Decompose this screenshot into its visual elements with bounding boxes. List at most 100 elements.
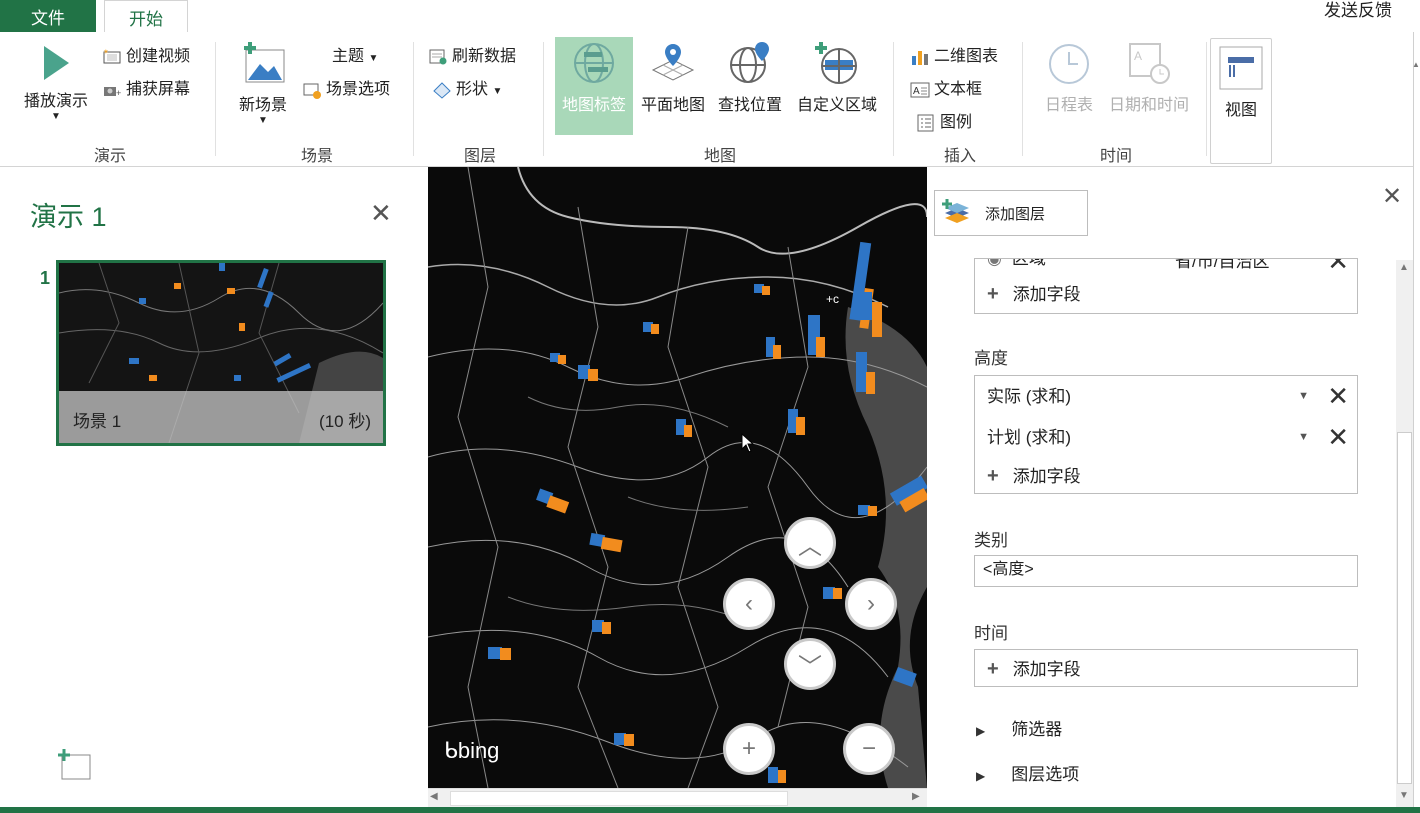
shapes-label: 形状	[456, 81, 489, 98]
tilt-up-button[interactable]: ︿	[784, 517, 836, 569]
filters-label: 筛选器	[1011, 720, 1063, 739]
play-tour-button[interactable]: 播放演示 ▼	[18, 44, 94, 122]
send-feedback-button[interactable]: 发送反馈	[1324, 0, 1392, 24]
tab-file[interactable]: 文件	[0, 0, 96, 32]
close-icon[interactable]: ✕	[1382, 182, 1402, 211]
svg-text:+: +	[116, 88, 121, 98]
scene-number: 1	[40, 268, 51, 288]
scroll-down-icon[interactable]: ▼	[1399, 790, 1409, 801]
time-field-box: + 添加字段	[974, 649, 1358, 687]
add-field-row[interactable]: + 添加字段	[987, 657, 1081, 681]
category-section-label: 类别	[974, 531, 1008, 550]
filters-expander[interactable]: ▶ 筛选器	[976, 715, 1062, 740]
mouse-cursor-icon	[741, 433, 755, 453]
location-field-row[interactable]: ◉ 区域	[987, 258, 1046, 271]
scene-caption-bar: 场景 1 (10 秒)	[59, 391, 383, 443]
map-columns: +c	[488, 241, 927, 783]
scroll-right-icon[interactable]: ▶	[912, 791, 920, 802]
svg-text:+c: +c	[826, 292, 839, 306]
expand-arrow-icon: ▶	[976, 724, 986, 738]
add-field-label: 添加字段	[1012, 285, 1081, 304]
scroll-thumb[interactable]	[1397, 432, 1412, 784]
find-location-icon	[730, 42, 769, 83]
radio-icon: ◉	[987, 258, 1002, 268]
tilt-down-button[interactable]: ﹀	[784, 638, 836, 690]
map-labels-button[interactable]: 地图标签	[555, 40, 633, 115]
clock-icon	[1049, 44, 1089, 84]
chevron-down-icon[interactable]: ▼	[1298, 431, 1309, 443]
svg-text:A: A	[913, 86, 920, 97]
chevron-left-icon: ‹	[745, 590, 753, 617]
legend-button[interactable]: 图例	[916, 108, 972, 132]
scroll-left-icon[interactable]: ◀	[430, 791, 438, 802]
height-field-box: 实际 (求和) ▼ ✕ 计划 (求和) ▼ ✕ + 添加字段	[974, 375, 1358, 494]
shapes-icon	[433, 82, 451, 99]
chart-2d-label: 二维图表	[934, 48, 999, 65]
flat-map-button[interactable]: 平面地图	[636, 40, 710, 115]
tab-home[interactable]: 开始	[104, 0, 188, 34]
scene-options-button[interactable]: 场景选项	[302, 75, 390, 99]
scene-thumbnail[interactable]: 场景 1 (10 秒)	[56, 260, 386, 446]
height-section-label: 高度	[974, 349, 1008, 368]
find-location-label: 查找位置	[717, 97, 782, 114]
chart-2d-button[interactable]: 二维图表	[910, 42, 998, 66]
find-location-button[interactable]: 查找位置	[713, 40, 787, 115]
minus-icon: −	[861, 735, 876, 762]
create-video-label: 创建视频	[126, 48, 191, 65]
location-type-value[interactable]: 省/市/自治区	[1175, 259, 1269, 272]
tour-title[interactable]: 演示 1	[30, 195, 107, 234]
play-tour-label: 播放演示	[23, 93, 88, 110]
remove-field-icon[interactable]: ✕	[1327, 259, 1349, 274]
zoom-in-button[interactable]: +	[723, 723, 775, 775]
rotate-right-button[interactable]: ›	[845, 578, 897, 630]
add-field-row[interactable]: + 添加字段	[987, 282, 1081, 306]
category-field-box[interactable]: <高度>	[974, 555, 1358, 587]
plus-icon: +	[987, 658, 999, 680]
add-scene-icon[interactable]	[58, 748, 92, 782]
view-panes-icon	[1219, 46, 1263, 90]
zoom-out-button[interactable]: −	[843, 723, 895, 775]
map-canvas[interactable]: +c	[428, 167, 927, 788]
scroll-thumb[interactable]	[450, 791, 788, 806]
rotate-left-button[interactable]: ‹	[723, 578, 775, 630]
legend-icon	[917, 114, 934, 132]
text-box-icon: A	[910, 82, 930, 98]
capture-screen-label: 捕获屏幕	[126, 81, 191, 98]
window-edge	[1413, 32, 1420, 807]
close-icon[interactable]: ✕	[370, 198, 392, 229]
height-field-plan[interactable]: 计划 (求和)	[987, 426, 1071, 450]
svg-text:✶: ✶	[103, 48, 109, 56]
refresh-data-button[interactable]: 刷新数据	[428, 42, 516, 66]
new-scene-label: 新场景	[238, 97, 287, 114]
expand-arrow-icon: ▶	[976, 769, 986, 783]
ribbon-scroll-up-icon[interactable]: ▲	[1412, 60, 1420, 69]
add-layer-button[interactable]: 添加图层	[934, 190, 1088, 236]
timeline-label: 日程表	[1044, 97, 1093, 114]
custom-regions-button[interactable]: 自定义区域	[791, 40, 883, 115]
height-field-actual[interactable]: 实际 (求和)	[987, 385, 1071, 409]
text-box-button[interactable]: A 文本框	[910, 75, 982, 99]
date-time-button[interactable]: A 日期和时间	[1102, 40, 1196, 115]
create-video-button[interactable]: ✶ 创建视频	[102, 42, 190, 66]
flat-map-label: 平面地图	[640, 97, 705, 114]
view-label: 视图	[1224, 102, 1257, 119]
capture-screen-button[interactable]: + 捕获屏幕	[102, 75, 190, 99]
themes-button[interactable]: 主题 ▼	[332, 42, 378, 66]
chevron-right-icon: ›	[867, 590, 875, 617]
chevron-down-icon[interactable]: ▼	[1298, 390, 1309, 402]
timeline-button[interactable]: 日程表	[1038, 40, 1100, 115]
remove-field-icon[interactable]: ✕	[1327, 424, 1349, 450]
layer-options-expander[interactable]: ▶ 图层选项	[976, 760, 1079, 785]
group-label-insert: 插入	[943, 148, 976, 165]
chevron-down-icon: ﹀	[798, 653, 822, 681]
add-field-row[interactable]: + 添加字段	[987, 464, 1081, 488]
add-layer-icon	[942, 199, 969, 223]
scroll-up-icon[interactable]: ▲	[1399, 262, 1409, 273]
shapes-button[interactable]: 形状 ▼	[432, 75, 502, 99]
svg-text:A: A	[1134, 49, 1142, 63]
new-scene-button[interactable]: 新场景 ▼	[230, 40, 296, 126]
map-horizontal-scrollbar[interactable]: ◀ ▶	[428, 788, 927, 808]
remove-field-icon[interactable]: ✕	[1327, 383, 1349, 409]
chevron-down-icon: ▼	[492, 86, 503, 97]
view-button[interactable]: 视图	[1210, 38, 1272, 164]
